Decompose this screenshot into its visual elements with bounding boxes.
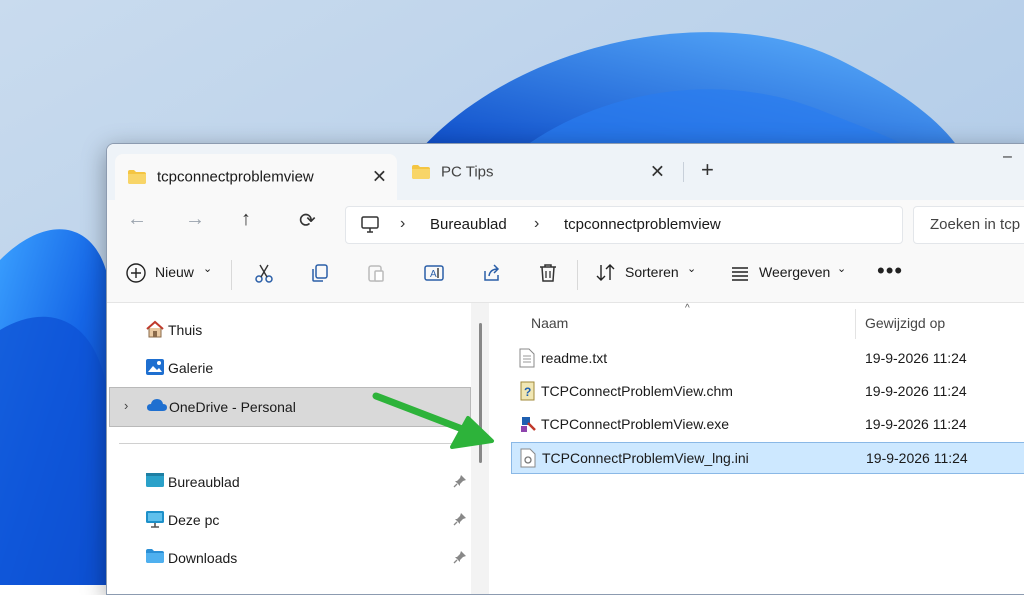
sidebar-item-galerie[interactable]: Galerie bbox=[107, 349, 471, 387]
file-modified: 19-9-2026 11:24 bbox=[865, 383, 967, 399]
up-button[interactable]: ↑ bbox=[241, 208, 251, 231]
plus-circle-icon bbox=[126, 263, 146, 283]
file-name: TCPConnectProblemView.chm bbox=[541, 383, 733, 399]
file-row-selected[interactable]: TCPConnectProblemView_lng.ini 19-9-2026 … bbox=[511, 442, 1024, 474]
copy-icon[interactable] bbox=[309, 262, 331, 284]
view-button[interactable]: Weergeven bbox=[759, 264, 830, 280]
refresh-button[interactable]: ⟳ bbox=[299, 208, 316, 233]
breadcrumb-tcpconnectproblemview[interactable]: tcpconnectproblemview bbox=[564, 216, 721, 233]
more-options-button[interactable]: ••• bbox=[877, 258, 903, 284]
tab-bar: tcpconnectproblemview ✕ PC Tips ✕ + – bbox=[107, 144, 1024, 200]
tab-pc-tips[interactable]: PC Tips ✕ bbox=[403, 154, 675, 190]
minimize-button[interactable]: – bbox=[1003, 148, 1012, 166]
gallery-icon bbox=[146, 359, 164, 375]
paste-icon[interactable] bbox=[365, 262, 387, 284]
tab-label: tcpconnectproblemview bbox=[157, 168, 314, 186]
folder-icon bbox=[412, 165, 430, 179]
sidebar-item-onedrive[interactable]: › OneDrive - Personal bbox=[109, 387, 471, 427]
file-name: TCPConnectProblemView_lng.ini bbox=[542, 450, 749, 466]
downloads-icon bbox=[146, 549, 164, 563]
pin-icon[interactable] bbox=[453, 512, 467, 526]
sidebar-divider bbox=[119, 443, 471, 444]
file-modified: 19-9-2026 11:24 bbox=[865, 350, 967, 366]
sidebar-scrollbar-thumb[interactable] bbox=[479, 323, 482, 463]
chevron-down-icon: ⌄ bbox=[837, 263, 847, 275]
sidebar-item-label: Bureaublad bbox=[168, 474, 240, 490]
home-icon bbox=[146, 320, 164, 338]
chevron-down-icon: ⌄ bbox=[203, 263, 213, 275]
file-row[interactable]: TCPConnectProblemView.exe 19-9-2026 11:2… bbox=[511, 409, 1024, 439]
tab-separator bbox=[683, 162, 684, 182]
command-bar: Nieuw ⌄ A Sorteren ⌄ Weergeven ⌄ ••• bbox=[107, 248, 1024, 303]
help-file-icon: ? bbox=[520, 381, 535, 401]
chevron-right-icon: › bbox=[400, 215, 406, 232]
toolbar-separator bbox=[231, 260, 232, 290]
file-modified: 19-9-2026 11:24 bbox=[866, 450, 968, 466]
navigation-pane: Thuis Galerie › OneDrive - Personal Bure… bbox=[107, 303, 489, 594]
breadcrumb-bureaublad[interactable]: Bureaublad bbox=[430, 216, 507, 233]
search-placeholder: Zoeken in tcp bbox=[930, 216, 1021, 233]
monitor-icon bbox=[361, 216, 379, 233]
file-explorer-window: tcpconnectproblemview ✕ PC Tips ✕ + – ← … bbox=[106, 143, 1024, 595]
sidebar-item-thuis[interactable]: Thuis bbox=[107, 311, 471, 349]
back-button[interactable]: ← bbox=[127, 208, 147, 231]
chevron-right-icon[interactable]: › bbox=[124, 398, 128, 413]
share-icon[interactable] bbox=[481, 262, 503, 284]
pin-icon[interactable] bbox=[453, 474, 467, 488]
rename-icon[interactable]: A bbox=[423, 262, 445, 284]
address-bar[interactable]: › Bureaublad › tcpconnectproblemview bbox=[345, 206, 903, 244]
sidebar-item-label: Downloads bbox=[168, 550, 238, 566]
sort-icon bbox=[596, 264, 615, 281]
file-row[interactable]: readme.txt 19-9-2026 11:24 bbox=[511, 343, 1024, 373]
sort-button[interactable]: Sorteren bbox=[625, 264, 679, 280]
search-input[interactable]: Zoeken in tcp bbox=[913, 206, 1024, 244]
desktop-icon bbox=[146, 473, 164, 487]
column-header-name[interactable]: Naam bbox=[531, 315, 568, 331]
view-icon bbox=[732, 267, 748, 281]
sidebar-item-downloads[interactable]: Downloads bbox=[107, 539, 471, 577]
tab-tcpconnectproblemview[interactable]: tcpconnectproblemview ✕ bbox=[115, 154, 397, 200]
cut-icon[interactable] bbox=[253, 262, 275, 284]
sidebar-item-label: OneDrive - Personal bbox=[169, 399, 296, 415]
folder-icon bbox=[128, 170, 146, 184]
sidebar-item-bureaublad[interactable]: Bureaublad bbox=[107, 463, 471, 501]
pin-icon[interactable] bbox=[453, 550, 467, 564]
tab-label: PC Tips bbox=[441, 163, 494, 181]
chevron-right-icon: › bbox=[534, 215, 540, 232]
delete-icon[interactable] bbox=[537, 262, 559, 284]
onedrive-icon bbox=[147, 399, 167, 411]
exe-file-icon bbox=[521, 417, 536, 432]
file-name: readme.txt bbox=[541, 350, 608, 366]
column-header-modified[interactable]: Gewijzigd op bbox=[865, 315, 945, 331]
sidebar-item-deze-pc[interactable]: Deze pc bbox=[107, 501, 471, 539]
column-separator[interactable] bbox=[855, 309, 856, 339]
new-button[interactable]: Nieuw bbox=[155, 264, 194, 280]
sidebar-item-label: Galerie bbox=[168, 360, 214, 376]
toolbar-separator bbox=[577, 260, 578, 290]
ini-file-icon bbox=[520, 448, 536, 468]
file-modified: 19-9-2026 11:24 bbox=[865, 416, 967, 432]
sort-ascending-icon: ^ bbox=[685, 303, 690, 314]
close-tab-icon[interactable]: ✕ bbox=[650, 162, 665, 183]
file-list: ^ Naam Gewijzigd op readme.txt 19-9-2026… bbox=[491, 303, 1024, 594]
forward-button[interactable]: → bbox=[185, 208, 205, 231]
pc-icon bbox=[146, 511, 164, 528]
text-file-icon bbox=[519, 348, 535, 368]
navigation-bar: ← → ↑ ⟳ › Bureaublad › tcpconnectproblem… bbox=[107, 200, 1024, 248]
file-name: TCPConnectProblemView.exe bbox=[541, 416, 730, 432]
svg-text:A: A bbox=[430, 269, 437, 280]
chevron-down-icon: ⌄ bbox=[687, 263, 697, 275]
new-tab-button[interactable]: + bbox=[701, 157, 714, 183]
close-tab-icon[interactable]: ✕ bbox=[372, 167, 387, 188]
sidebar-item-label: Thuis bbox=[168, 322, 203, 338]
sidebar-item-label: Deze pc bbox=[168, 512, 220, 528]
svg-text:?: ? bbox=[524, 385, 531, 399]
file-row[interactable]: ? TCPConnectProblemView.chm 19-9-2026 11… bbox=[511, 376, 1024, 406]
